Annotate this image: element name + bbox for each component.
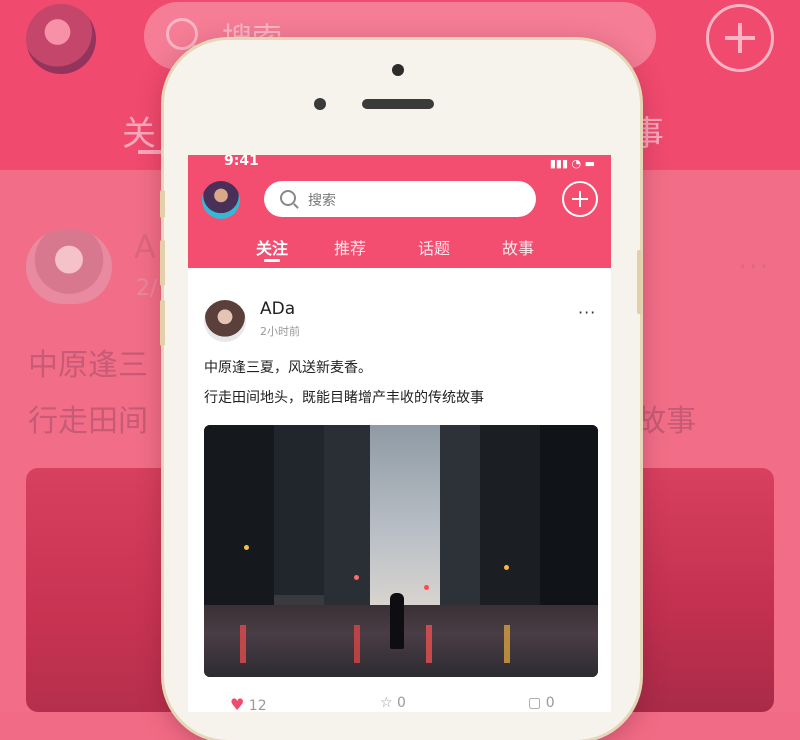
background-text-line-1: 中原逢三 — [28, 348, 148, 383]
image-building — [540, 425, 598, 625]
search-icon — [280, 190, 296, 206]
comment-count: 0 — [545, 695, 555, 711]
image-reflection — [504, 625, 510, 663]
image-sky — [370, 425, 440, 605]
background-avatar — [26, 4, 96, 74]
phone-power-button — [637, 250, 642, 314]
like-count: 12 — [248, 698, 267, 712]
image-building — [274, 425, 324, 595]
status-time: 9:41 — [224, 155, 259, 169]
image-light — [504, 565, 509, 570]
post-text-line-1: 中原逢三夏，风送新麦香。 — [204, 360, 372, 376]
tab-follow[interactable]: 关注 — [256, 235, 288, 259]
image-building — [440, 425, 480, 625]
background-text-line-2-end: 故事 — [636, 404, 696, 439]
image-reflection — [426, 625, 432, 663]
post-text-line-2: 行走田间地头，既能目睹增产丰收的传统故事 — [204, 390, 484, 406]
background-tab-left: 关 — [122, 114, 156, 154]
comment-button[interactable]: ▢ 0 — [528, 695, 555, 711]
image-light — [424, 585, 429, 590]
active-tab-indicator — [264, 259, 280, 262]
background-search-icon — [166, 18, 198, 50]
tab-topics[interactable]: 话题 — [418, 235, 450, 259]
background-post-time: 2/ — [136, 276, 158, 301]
background-plus-icon — [706, 4, 774, 72]
image-light — [244, 545, 249, 550]
phone-speaker — [362, 99, 434, 109]
phone-camera — [392, 64, 404, 76]
background-image-right — [620, 468, 774, 712]
phone-mute-switch — [160, 190, 165, 218]
post-time: 2小时前 — [260, 325, 300, 338]
background-post-name: A — [134, 228, 156, 266]
image-person — [390, 593, 404, 649]
image-building — [480, 425, 540, 615]
phone-volume-down — [160, 300, 165, 346]
background-text-line-2: 行走田间 — [28, 404, 148, 439]
search-placeholder: 搜索 — [308, 193, 336, 209]
more-options-icon[interactable]: ··· — [578, 303, 596, 322]
comment-icon: ▢ — [528, 695, 542, 711]
heart-icon: ♥ — [230, 695, 245, 712]
image-reflection — [240, 625, 246, 663]
status-icons: ▮▮▮ ◔ ▬ — [549, 157, 595, 170]
background-tab-underline — [138, 150, 164, 154]
star-count: 0 — [397, 695, 406, 711]
phone-volume-up — [160, 240, 165, 286]
image-building — [324, 425, 370, 625]
star-icon: ☆ — [380, 695, 393, 711]
app-header: 9:41 ▮▮▮ ◔ ▬ 搜索 关注 推荐 话题 故事 — [188, 155, 611, 268]
add-post-button[interactable] — [562, 181, 598, 217]
background-post-avatar — [26, 230, 112, 304]
image-building — [204, 425, 274, 615]
post-author-name[interactable]: ADa — [260, 299, 295, 319]
favorite-button[interactable]: ☆ 0 — [380, 695, 406, 711]
like-button[interactable]: ♥ 12 — [230, 695, 267, 712]
post-image[interactable] — [204, 425, 598, 677]
phone-screen: 9:41 ▮▮▮ ◔ ▬ 搜索 关注 推荐 话题 故事 ADa 2小时前 ···… — [188, 155, 611, 712]
tab-recommend[interactable]: 推荐 — [334, 235, 366, 259]
tab-stories[interactable]: 故事 — [502, 235, 534, 259]
phone-front-camera — [314, 98, 326, 110]
avatar[interactable] — [202, 181, 240, 219]
search-input[interactable]: 搜索 — [264, 181, 536, 217]
image-light — [354, 575, 359, 580]
image-reflection — [354, 625, 360, 663]
post-author-avatar[interactable] — [204, 300, 246, 342]
background-more-icon: ··· — [738, 250, 771, 283]
